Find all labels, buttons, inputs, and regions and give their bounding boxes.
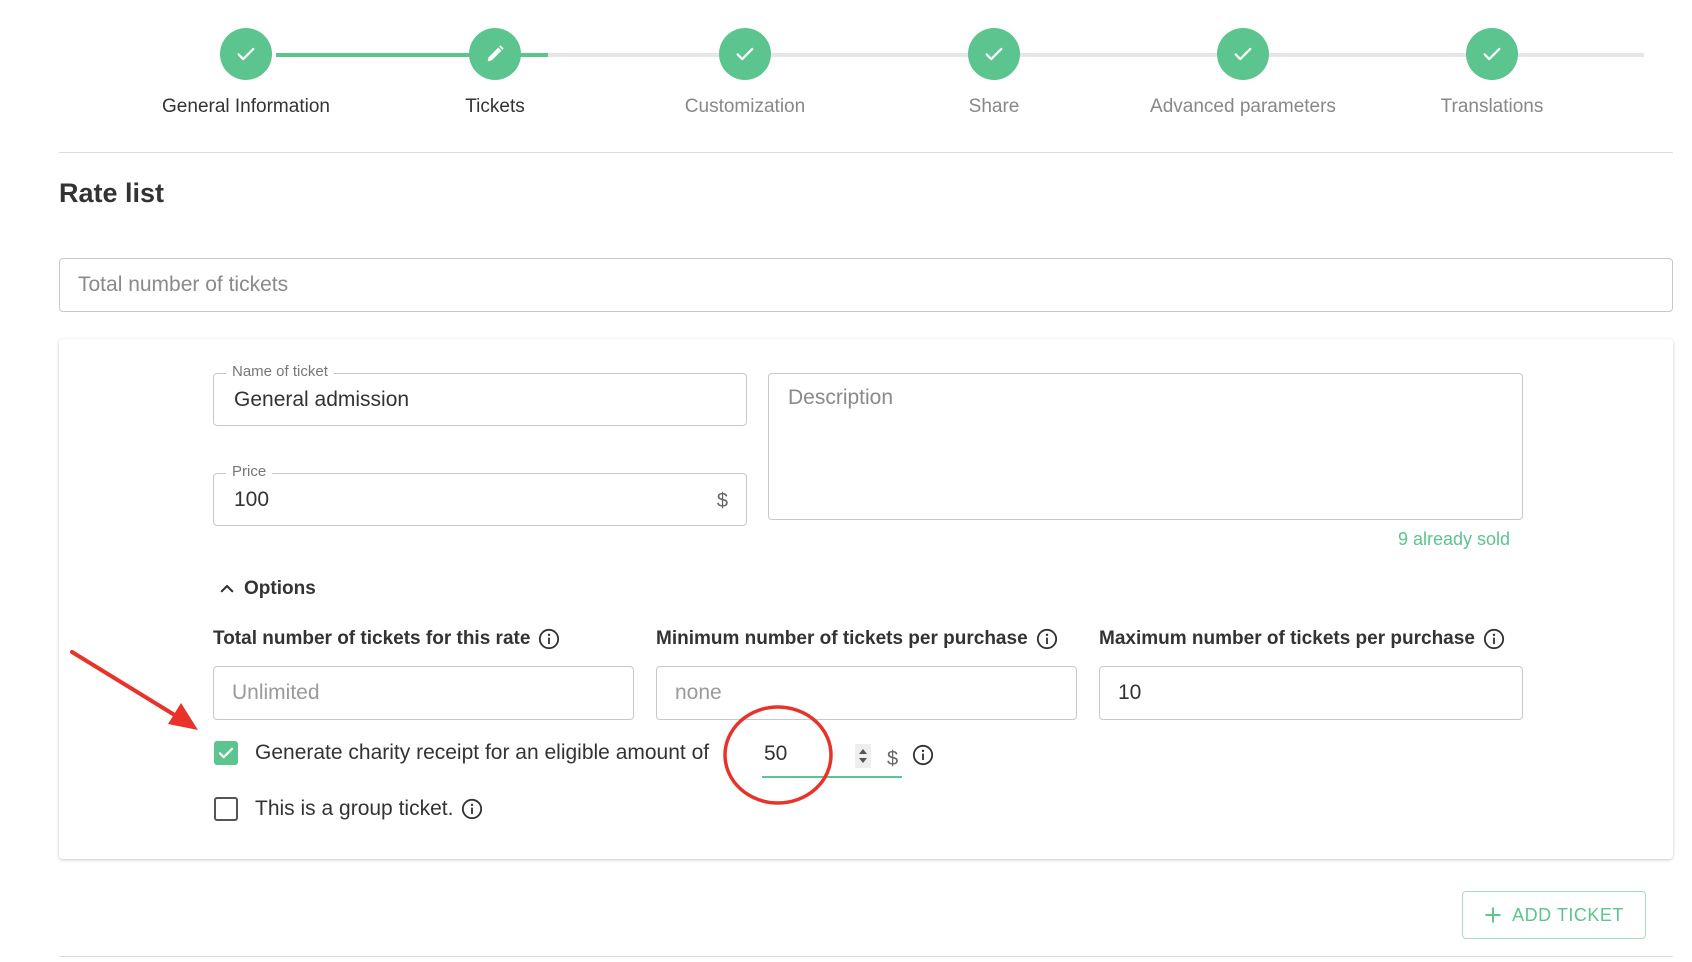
ticket-name-input[interactable] — [214, 374, 746, 425]
description-placeholder: Description — [788, 386, 894, 409]
ticket-name-label: Name of ticket — [226, 363, 334, 380]
options-label: Options — [244, 578, 316, 599]
charity-receipt-row: Generate charity receipt for an eligible… — [214, 741, 709, 765]
divider — [59, 152, 1673, 153]
step-label: Advanced parameters — [1150, 96, 1336, 117]
price-label: Price — [226, 463, 273, 480]
pencil-icon — [487, 45, 504, 62]
max-label-text: Maximum number of tickets per purchase — [1099, 628, 1475, 649]
max-per-purchase-input[interactable] — [1099, 666, 1523, 720]
group-ticket-label: This is a group ticket. — [255, 797, 454, 820]
group-ticket-checkbox[interactable] — [214, 797, 238, 821]
step-done-circle — [968, 28, 1020, 80]
price-input[interactable] — [214, 474, 746, 525]
check-icon — [736, 47, 754, 61]
add-ticket-button[interactable]: ADD TICKET — [1462, 891, 1646, 939]
charity-receipt-checkbox[interactable] — [214, 741, 238, 765]
step-done-circle — [1217, 28, 1269, 80]
info-icon[interactable] — [461, 798, 483, 820]
options-toggle[interactable]: Options — [218, 578, 316, 600]
step-label: General Information — [162, 96, 330, 117]
min-per-purchase-input[interactable] — [656, 666, 1077, 720]
step-customization[interactable]: Customization — [645, 28, 845, 118]
total-rate-label: Total number of tickets for this rate — [213, 628, 560, 650]
step-label: Customization — [684, 96, 806, 117]
info-icon[interactable] — [1036, 628, 1058, 650]
check-icon — [237, 47, 255, 61]
charity-amount-currency: $ — [887, 748, 899, 770]
check-icon — [218, 747, 234, 759]
step-done-circle — [719, 28, 771, 80]
total-rate-label-text: Total number of tickets for this rate — [213, 628, 531, 649]
step-general-information[interactable]: General Information — [146, 28, 346, 118]
plus-icon — [1485, 907, 1501, 923]
add-ticket-label: ADD TICKET — [1512, 904, 1624, 925]
info-icon[interactable] — [1483, 628, 1505, 650]
min-label-text: Minimum number of tickets per purchase — [656, 628, 1028, 649]
price-currency: $ — [716, 490, 728, 512]
chevron-up-icon — [220, 584, 234, 593]
page-title: Rate list — [59, 178, 165, 208]
max-per-purchase-label: Maximum number of tickets per purchase — [1099, 628, 1505, 650]
group-ticket-row: This is a group ticket. — [214, 797, 483, 821]
description-field[interactable]: Description — [768, 373, 1523, 520]
check-icon — [985, 47, 1003, 61]
step-current-circle — [469, 28, 521, 80]
step-share[interactable]: Share — [894, 28, 1094, 118]
step-translations[interactable]: Translations — [1392, 28, 1592, 118]
total-rate-input[interactable] — [213, 666, 634, 720]
step-tickets[interactable]: Tickets — [395, 28, 595, 118]
price-field[interactable]: Price $ — [213, 463, 747, 526]
check-icon — [1483, 47, 1501, 61]
number-spinner-icon[interactable] — [855, 744, 871, 768]
step-label: Tickets — [465, 96, 525, 117]
step-advanced-parameters[interactable]: Advanced parameters — [1143, 28, 1343, 118]
total-tickets-input[interactable] — [59, 258, 1673, 312]
info-icon[interactable] — [912, 744, 934, 766]
step-done-circle — [220, 28, 272, 80]
stepper: General Information Tickets Customizatio… — [0, 0, 1692, 150]
step-done-circle — [1466, 28, 1518, 80]
info-icon[interactable] — [538, 628, 560, 650]
step-label: Share — [968, 96, 1020, 117]
min-per-purchase-label: Minimum number of tickets per purchase — [656, 628, 1058, 650]
check-icon — [1234, 47, 1252, 61]
step-label: Translations — [1440, 96, 1544, 117]
divider — [59, 956, 1673, 957]
charity-receipt-label: Generate charity receipt for an eligible… — [255, 741, 710, 764]
charity-amount-input[interactable] — [764, 742, 844, 766]
sold-count: 9 already sold — [1398, 529, 1511, 549]
ticket-name-field[interactable]: Name of ticket — [213, 363, 747, 426]
charity-amount-field[interactable]: $ — [762, 736, 902, 778]
